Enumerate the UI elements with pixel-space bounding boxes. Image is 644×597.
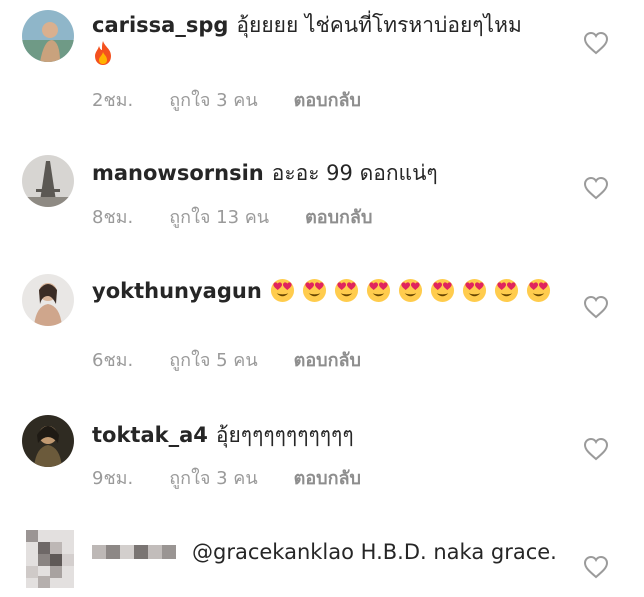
avatar[interactable] <box>22 10 74 62</box>
comment-username[interactable]: manowsornsin <box>92 161 264 185</box>
heart-eyes-emoji <box>526 278 550 303</box>
heart-outline-icon[interactable] <box>583 176 609 200</box>
heart-eyes-emoji <box>270 278 294 303</box>
comment-manowsornsin: manowsornsin อะอะ 99 ดอกแน่ๆ 8ชม. ถูกใจ 13… <box>0 125 644 250</box>
blurred-username[interactable] <box>92 543 184 561</box>
avatar[interactable] <box>22 155 74 207</box>
heart-outline-icon[interactable] <box>583 555 609 579</box>
comment-time: 6ชม. <box>92 350 134 371</box>
fire-emoji <box>95 41 111 65</box>
comment-likes[interactable]: ถูกใจ 3 คน <box>169 468 257 489</box>
heart-outline-icon[interactable] <box>583 295 609 319</box>
comment-time: 8ชม. <box>92 207 134 228</box>
comment-time: 9ชม. <box>92 468 134 489</box>
comment-likes[interactable]: ถูกใจ 5 คน <box>169 350 257 371</box>
heart-eyes-emoji <box>398 278 422 303</box>
heart-outline-icon[interactable] <box>583 437 609 461</box>
comment-text: H.B.D. naka grace. <box>360 540 557 564</box>
comment-yokthunyagun: yokthunyagun 6ชม. ถูกใจ 5 คน ตอบกลับ <box>0 250 644 395</box>
comment-carissa: carissa_spg อุ้ยยยย ไช่คนที่โทรหาบ่อยๆไหม… <box>0 0 644 125</box>
comment-text: อุ้ยๆๆๆๆๆๆๆๆๆๆ <box>215 423 354 447</box>
heart-outline-icon[interactable] <box>583 31 609 55</box>
comment-text: อะอะ 99 ดอกแน่ๆ <box>271 161 438 185</box>
heart-eyes-emoji <box>430 278 454 303</box>
emoji-group <box>270 278 558 303</box>
avatar[interactable] <box>26 530 74 588</box>
reply-button[interactable]: ตอบกลับ <box>294 468 361 489</box>
comment-text: อุ้ยยยย ไช่คนที่โทรหาบ่อยๆไหม <box>236 13 522 37</box>
reply-button[interactable]: ตอบกลับ <box>294 350 361 371</box>
reply-button[interactable]: ตอบกลับ <box>305 207 372 228</box>
heart-eyes-emoji <box>334 278 358 303</box>
comment-username[interactable]: carissa_spg <box>92 13 228 37</box>
comment-blurred: @gracekanklao H.B.D. naka grace. <box>0 515 644 597</box>
heart-eyes-emoji <box>494 278 518 303</box>
heart-eyes-emoji <box>462 278 486 303</box>
heart-eyes-emoji <box>366 278 390 303</box>
mention-link[interactable]: @gracekanklao <box>192 540 354 564</box>
comment-username[interactable]: toktak_a4 <box>92 423 208 447</box>
comment-time: 2ชม. <box>92 90 134 111</box>
avatar[interactable] <box>22 274 74 326</box>
reply-button[interactable]: ตอบกลับ <box>294 90 361 111</box>
comment-toktak: toktak_a4 อุ้ยๆๆๆๆๆๆๆๆๆๆ 9ชม. ถูกใจ 3 คน ตอ… <box>0 395 644 515</box>
comment-username[interactable]: yokthunyagun <box>92 279 262 303</box>
comment-likes[interactable]: ถูกใจ 3 คน <box>169 90 257 111</box>
avatar[interactable] <box>22 415 74 467</box>
heart-eyes-emoji <box>302 278 326 303</box>
comment-likes[interactable]: ถูกใจ 13 คน <box>169 207 269 228</box>
